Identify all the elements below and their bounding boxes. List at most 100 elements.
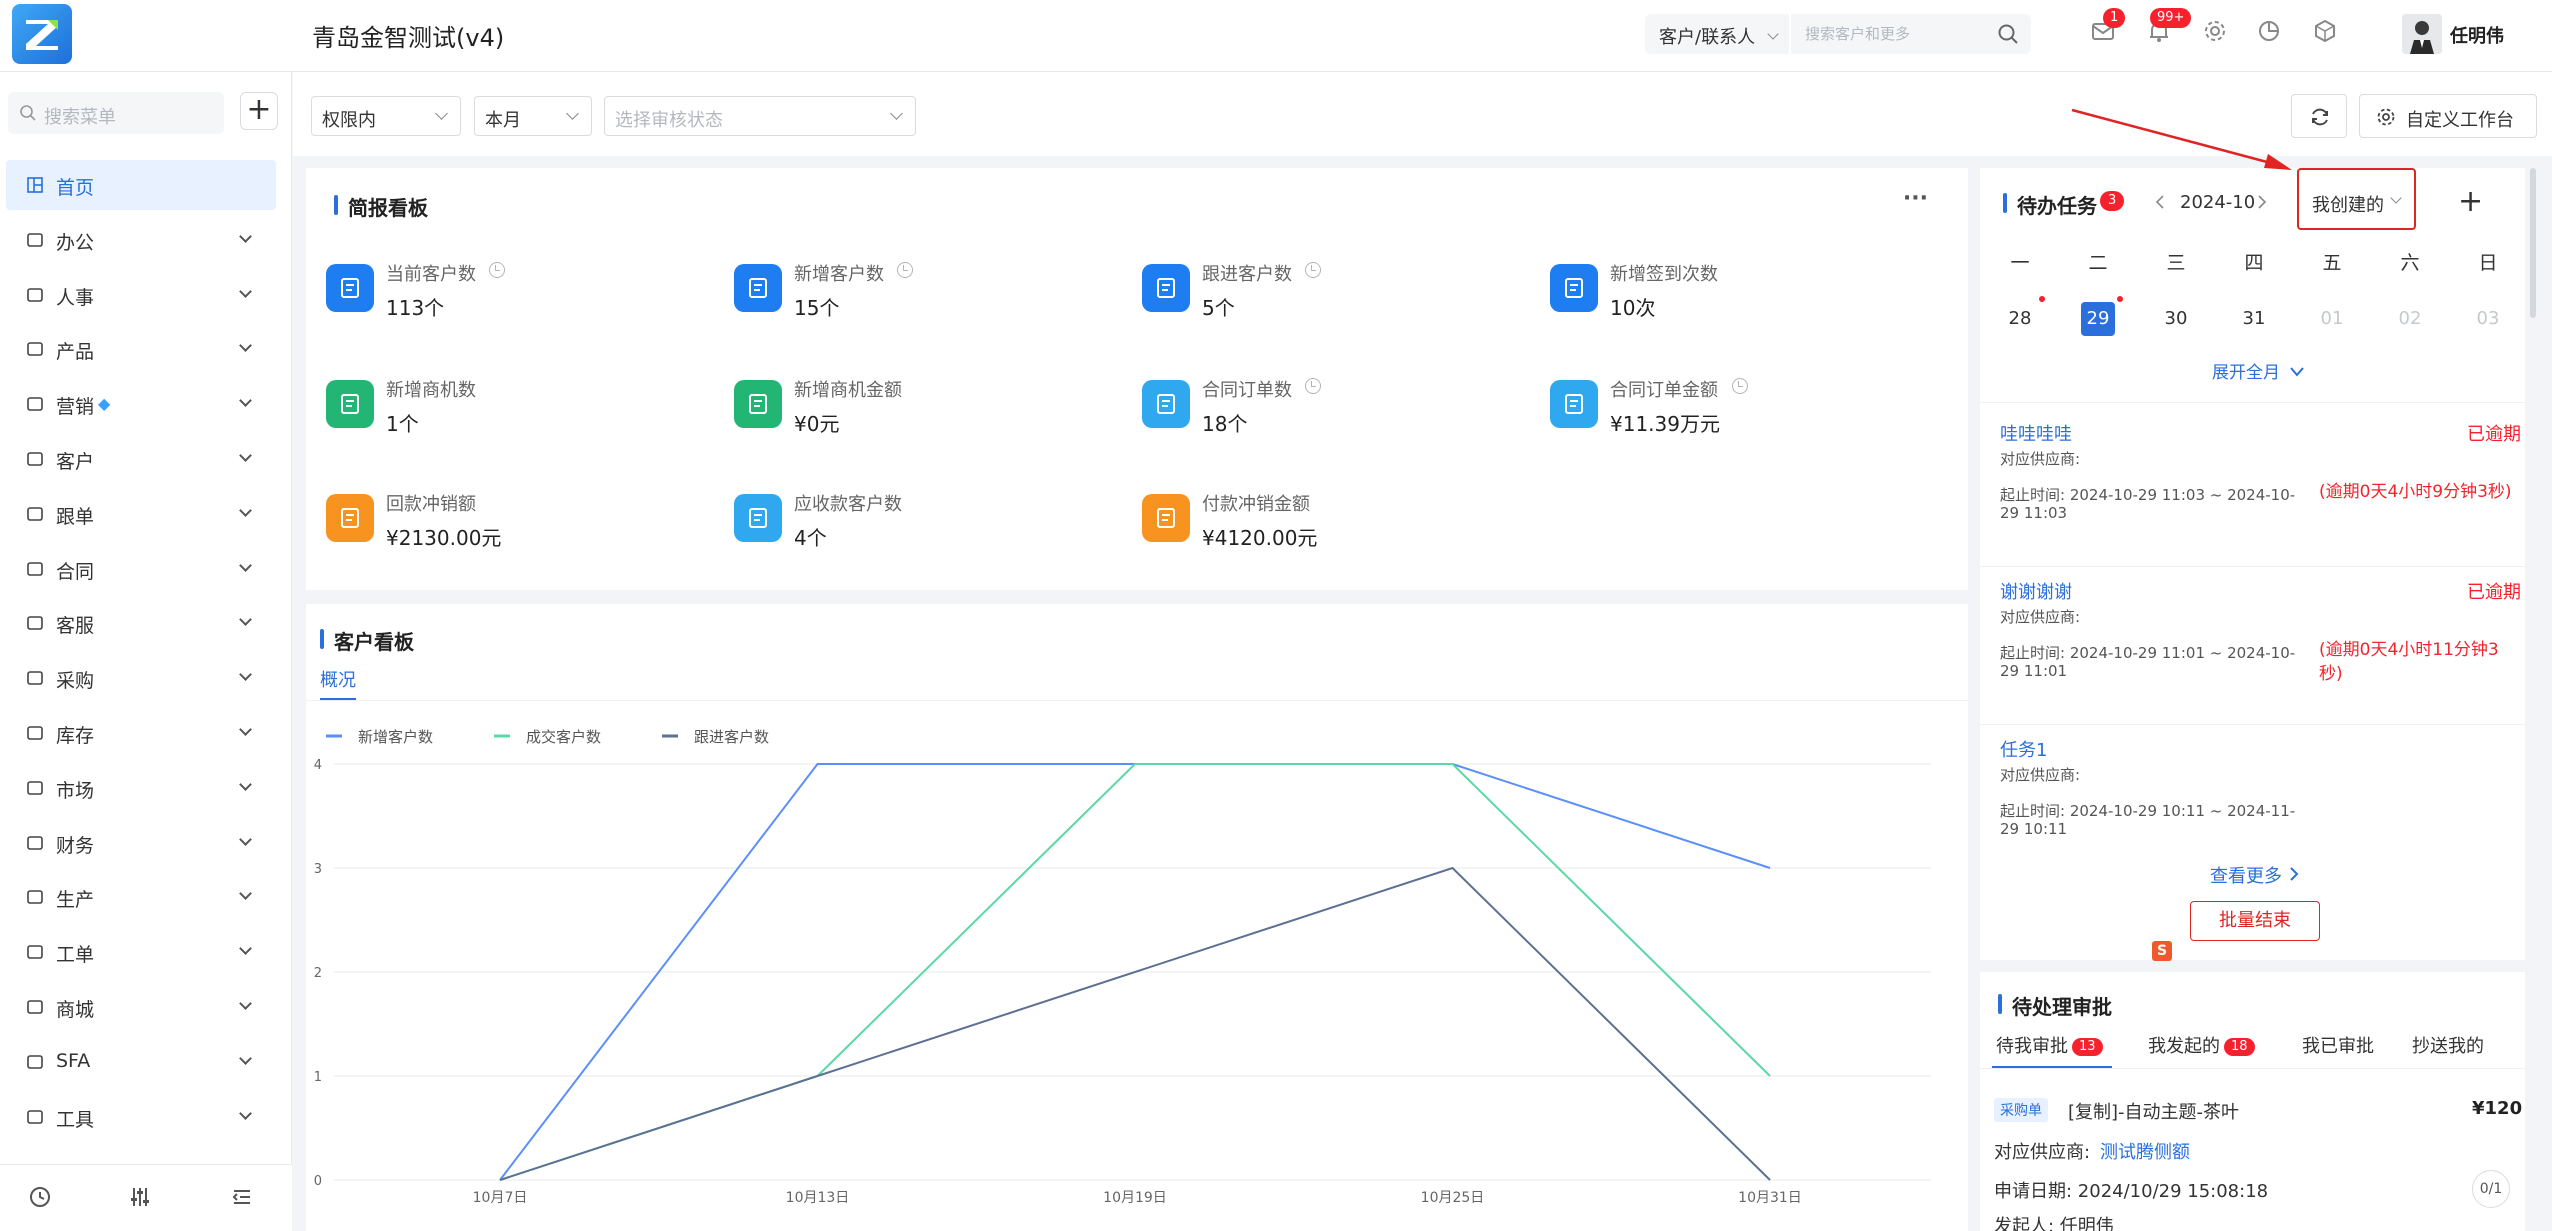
- stat-value: ¥4120.00元: [1202, 526, 1318, 550]
- approval-supplier-link[interactable]: 测试腾侧额: [2100, 1138, 2190, 1164]
- approval-title[interactable]: [复制]-自动主题-茶叶: [2068, 1098, 2239, 1124]
- period-select[interactable]: 本月: [474, 96, 592, 136]
- menu-search[interactable]: 搜索菜单: [8, 92, 224, 134]
- search-input[interactable]: [1791, 14, 1981, 54]
- calendar-day[interactable]: 03: [2471, 302, 2505, 336]
- sidebar-item-9[interactable]: 采购: [6, 653, 276, 703]
- stat-card[interactable]: 应收款客户数 4个: [734, 490, 1114, 560]
- task-title[interactable]: 任务1: [2000, 736, 2047, 762]
- approval-tab[interactable]: 抄送我的: [2412, 1032, 2484, 1058]
- scope-select[interactable]: 权限内: [311, 96, 461, 136]
- sidebar-item-15[interactable]: 商城: [6, 982, 276, 1032]
- tab-overview[interactable]: 概况: [320, 666, 356, 700]
- approval-tab[interactable]: 我发起的 18: [2148, 1032, 2255, 1058]
- chevron-left-icon[interactable]: [2154, 194, 2166, 210]
- sidebar-item-14[interactable]: 工单: [6, 927, 276, 977]
- task-title[interactable]: 哇哇哇哇: [2000, 420, 2072, 446]
- task-filter-select[interactable]: 我创建的: [2297, 168, 2416, 230]
- sidebar-item-17[interactable]: 工具: [6, 1092, 276, 1142]
- approval-initiator: 发起人: 任明伟: [1994, 1216, 2114, 1231]
- approval-tab[interactable]: 我已审批: [2302, 1032, 2374, 1058]
- stat-card[interactable]: 合同订单数 18个: [1142, 376, 1522, 446]
- sidebar-item-7[interactable]: 合同: [6, 544, 276, 594]
- approval-pager[interactable]: 0/1: [2472, 1170, 2510, 1208]
- task-item[interactable]: 谢谢谢谢 已逾期 对应供应商: 起止时间: 2024-10-29 11:01 ~ 20…: [1980, 578, 2525, 728]
- clock-icon[interactable]: [1305, 262, 1321, 278]
- stat-card[interactable]: 新增签到次数 10次: [1550, 260, 1930, 330]
- settings-icon[interactable]: [2202, 18, 2234, 50]
- gear-icon: [2377, 108, 2395, 126]
- sidebar-item-label: 工单: [56, 944, 95, 967]
- calendar-day[interactable]: 31: [2237, 302, 2271, 336]
- stat-card[interactable]: 新增客户数 15个: [734, 260, 1114, 330]
- stat-card[interactable]: 跟进客户数 5个: [1142, 260, 1522, 330]
- user-name[interactable]: 任明伟: [2450, 22, 2504, 48]
- sidebar-item-3[interactable]: 产品: [6, 324, 276, 374]
- calendar-day[interactable]: 28: [2003, 302, 2037, 336]
- task-title[interactable]: 谢谢谢谢: [2000, 578, 2072, 604]
- customize-workbench-button[interactable]: 自定义工作台: [2359, 94, 2537, 138]
- stat-card[interactable]: 新增商机金额 ¥0元: [734, 376, 1114, 446]
- calendar-day[interactable]: 29: [2081, 302, 2115, 336]
- stat-card[interactable]: 新增商机数 1个: [326, 376, 706, 446]
- collapse-menu-icon[interactable]: [230, 1185, 256, 1211]
- sliders-icon[interactable]: [128, 1185, 154, 1211]
- bell-icon[interactable]: 99+: [2146, 8, 2192, 50]
- more-icon[interactable]: ···: [1903, 186, 1928, 211]
- mail-icon[interactable]: 1: [2090, 8, 2126, 50]
- add-task-button[interactable]: +: [2458, 184, 2483, 219]
- refresh-button[interactable]: [2291, 94, 2347, 138]
- y-tick-label: 2: [314, 966, 322, 981]
- weekday-label: 一: [2010, 252, 2030, 274]
- clock-icon[interactable]: [1732, 378, 1748, 394]
- stat-card[interactable]: 合同订单金额 ¥11.39万元: [1550, 376, 1930, 446]
- chevron-right-icon[interactable]: [2256, 194, 2268, 210]
- report-board-title: 简报看板: [334, 192, 428, 221]
- app-logo[interactable]: [12, 4, 72, 64]
- sidebar-item-11[interactable]: 市场: [6, 763, 276, 813]
- audit-status-select[interactable]: 选择审核状态: [604, 96, 916, 136]
- calendar-day[interactable]: 30: [2159, 302, 2193, 336]
- sidebar-item-10[interactable]: 库存: [6, 708, 276, 758]
- sidebar-item-label: 工具: [56, 1108, 95, 1131]
- chevron-down-icon: [239, 229, 252, 243]
- history-icon[interactable]: [28, 1185, 54, 1211]
- cube-icon[interactable]: [2312, 18, 2344, 50]
- avatar[interactable]: [2402, 14, 2442, 54]
- chevron-down-icon: [239, 449, 252, 462]
- scrollbar-thumb[interactable]: [2530, 168, 2536, 318]
- sidebar-item-13[interactable]: 生产: [6, 872, 276, 922]
- clock-icon[interactable]: [489, 262, 505, 278]
- stat-icon: [326, 264, 374, 312]
- sidebar-item-0[interactable]: 首页: [6, 160, 276, 210]
- sidebar-item-16[interactable]: SFA: [6, 1037, 276, 1087]
- sidebar-item-8[interactable]: 客服: [6, 598, 276, 648]
- clock-icon[interactable]: [1305, 378, 1321, 394]
- approval-tab[interactable]: 待我审批 13: [1996, 1032, 2103, 1058]
- sidebar-item-4[interactable]: 营销 ◆: [6, 379, 276, 429]
- sidebar-item-1[interactable]: 办公: [6, 215, 276, 265]
- stat-card[interactable]: 回款冲销额 ¥2130.00元: [326, 490, 706, 560]
- stat-value: 4个: [794, 526, 827, 550]
- sidebar-item-2[interactable]: 人事: [6, 270, 276, 320]
- search-icon[interactable]: [1997, 23, 2019, 45]
- clock-icon[interactable]: [897, 262, 913, 278]
- chevron-down-icon: [435, 107, 448, 120]
- sidebar-item-5[interactable]: 客户: [6, 434, 276, 484]
- task-supplier: 对应供应商:: [2000, 608, 2081, 626]
- sidebar-item-6[interactable]: 跟单: [6, 489, 276, 539]
- calendar-day[interactable]: 01: [2315, 302, 2349, 336]
- view-more-link[interactable]: 查看更多: [2210, 862, 2300, 888]
- task-item[interactable]: 哇哇哇哇 已逾期 对应供应商: 起止时间: 2024-10-29 11:03 ~ 20…: [1980, 420, 2525, 570]
- add-menu-button[interactable]: +: [240, 92, 278, 130]
- batch-end-button[interactable]: 批量结束: [2190, 901, 2320, 941]
- chevron-down-icon: [239, 339, 252, 353]
- sidebar-item-12[interactable]: 财务: [6, 818, 276, 868]
- stat-card[interactable]: 当前客户数 113个: [326, 260, 706, 330]
- pie-chart-icon[interactable]: [2256, 18, 2288, 50]
- stat-label: 新增签到次数: [1610, 264, 1718, 285]
- stat-card[interactable]: 付款冲销金额 ¥4120.00元: [1142, 490, 1522, 560]
- search-type-select[interactable]: 客户/联系人: [1645, 14, 1789, 54]
- calendar-day[interactable]: 02: [2393, 302, 2427, 336]
- expand-month-link[interactable]: 展开全月: [2212, 358, 2305, 383]
